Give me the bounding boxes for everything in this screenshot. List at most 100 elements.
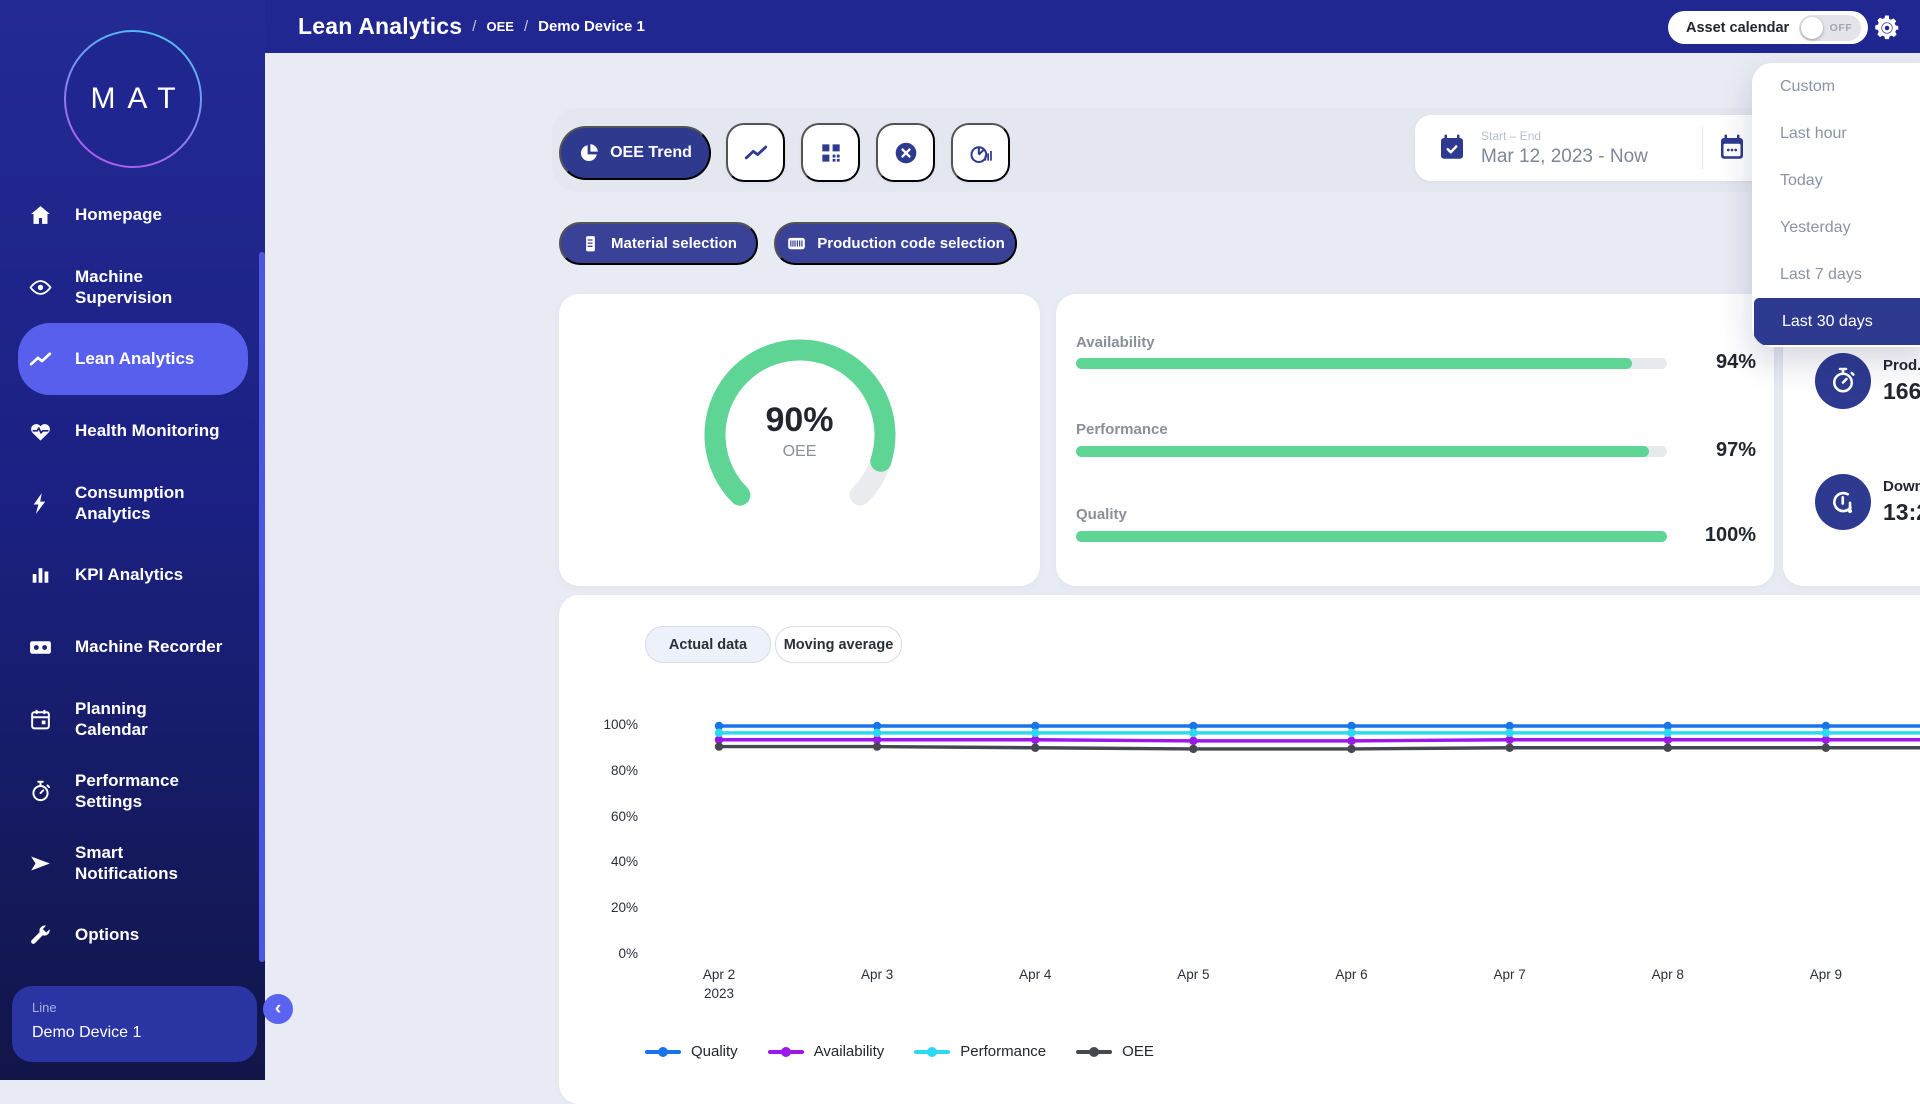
trend-line-icon — [28, 347, 53, 372]
kpi-bar-fill — [1076, 531, 1667, 542]
x-axis-label: Apr 3 — [822, 966, 932, 985]
material-selection-label: Material selection — [611, 235, 737, 252]
tab-actual-data[interactable]: Actual data — [645, 626, 771, 663]
dropdown-item-custom[interactable]: Custom — [1752, 63, 1920, 110]
legend-item-quality[interactable]: Quality — [645, 1043, 738, 1060]
barcode-icon — [786, 233, 807, 254]
sidebar-item-machine-recorder[interactable]: Machine Recorder — [18, 611, 248, 683]
trend-chart-svg — [559, 595, 1920, 1104]
kpi-bar-label: Availability — [1076, 334, 1155, 351]
sidebar: MAT Homepage Machine Supervision Lean Anal… — [0, 0, 265, 1080]
breadcrumb-oee[interactable]: OEE — [486, 19, 513, 34]
data-point-availability — [1189, 737, 1197, 745]
kpi-bar-fill — [1076, 358, 1632, 369]
dropdown-item-today[interactable]: Today — [1752, 157, 1920, 204]
data-point-performance — [1822, 729, 1830, 737]
data-point-performance — [1664, 729, 1672, 737]
tab-moving-average[interactable]: Moving average — [775, 626, 902, 663]
sidebar-item-consumption-analytics[interactable]: Consumption Analytics — [18, 467, 248, 539]
legend-marker — [1076, 1050, 1112, 1054]
pie-chart-icon — [578, 142, 600, 164]
oee-trend-label: OEE Trend — [610, 144, 692, 162]
date-range-value: Mar 12, 2023 - Now — [1481, 146, 1648, 168]
sidebar-item-options[interactable]: Options — [18, 899, 248, 971]
data-point-performance — [1189, 729, 1197, 737]
chart-legend: Quality Availability Performance OEE — [645, 1043, 1154, 1060]
data-point-quality — [1505, 722, 1513, 730]
sidebar-item-machine-supervision[interactable]: Machine Supervision — [18, 251, 248, 323]
dropdown-item-last-30-days[interactable]: Last 30 days — [1754, 298, 1920, 345]
data-point-oee — [1822, 744, 1830, 752]
bar-chart-icon — [28, 563, 53, 588]
dropdown-item-last-7-days[interactable]: Last 7 days — [1752, 251, 1920, 298]
data-point-quality — [1347, 722, 1355, 730]
legend-item-performance[interactable]: Performance — [914, 1043, 1046, 1060]
sidebar-item-kpi-analytics[interactable]: KPI Analytics — [18, 539, 248, 611]
divider — [1702, 127, 1703, 169]
kpi-bar-value: 100% — [1666, 524, 1756, 547]
heart-pulse-icon — [28, 419, 53, 444]
data-point-availability — [1505, 736, 1513, 744]
eye-icon — [28, 275, 53, 300]
logo-text: MAT — [78, 82, 187, 116]
sidebar-item-label: Machine Supervision — [75, 266, 172, 309]
kpi-bar-track — [1076, 358, 1667, 369]
data-point-quality — [1822, 722, 1830, 730]
sidebar-collapse-button[interactable]: ‹ — [263, 994, 293, 1024]
production-code-selection-button[interactable]: Production code selection — [774, 222, 1017, 265]
dropdown-item-yesterday[interactable]: Yesterday — [1752, 204, 1920, 251]
data-point-quality — [715, 722, 723, 730]
data-point-oee — [1031, 744, 1039, 752]
data-point-performance — [715, 729, 723, 737]
gear-icon[interactable] — [1872, 13, 1902, 43]
material-selection-button[interactable]: Material selection — [559, 222, 758, 265]
dropdown-item-last-hour[interactable]: Last hour — [1752, 110, 1920, 157]
x-circle-view-button[interactable] — [876, 123, 935, 182]
line-chart-view-button[interactable] — [726, 123, 785, 182]
calendar-check-icon — [1437, 133, 1467, 163]
grid-view-button[interactable] — [801, 123, 860, 182]
series-line-oee — [719, 747, 1920, 749]
kpi-bar-track — [1076, 531, 1667, 542]
kpi-bar-label: Performance — [1076, 421, 1168, 438]
stopwatch-icon — [28, 779, 53, 804]
clock-alert-icon — [1815, 474, 1871, 530]
cassette-icon — [28, 635, 53, 660]
breadcrumb-device[interactable]: Demo Device 1 — [538, 18, 645, 35]
breadcrumb-separator: / — [524, 18, 528, 35]
legend-label: OEE — [1122, 1043, 1154, 1060]
calendar-dots-icon[interactable] — [1717, 133, 1747, 163]
legend-item-oee[interactable]: OEE — [1076, 1043, 1154, 1060]
data-point-oee — [873, 742, 881, 750]
legend-item-availability[interactable]: Availability — [768, 1043, 885, 1060]
x-axis-label: Apr 8 — [1613, 966, 1723, 985]
sidebar-nav: Homepage Machine Supervision Lean Analytic… — [0, 179, 265, 971]
header: Lean Analytics / OEE / Demo Device 1 — [0, 0, 1920, 53]
asset-calendar-toggle[interactable]: OFF — [1799, 15, 1861, 41]
data-point-performance — [1031, 729, 1039, 737]
data-point-availability — [715, 736, 723, 744]
data-point-availability — [1822, 736, 1830, 744]
toggle-state-label: OFF — [1830, 22, 1853, 34]
x-axis-label: Apr 9 — [1771, 966, 1881, 985]
bolt-icon — [28, 491, 53, 516]
oee-trend-button[interactable]: OEE Trend — [559, 126, 711, 180]
sidebar-item-label: Consumption Analytics — [75, 482, 185, 525]
pie-bars-view-button[interactable] — [951, 123, 1010, 182]
sidebar-item-smart-notifications[interactable]: Smart Notifications — [18, 827, 248, 899]
sidebar-item-planning-calendar[interactable]: Planning Calendar — [18, 683, 248, 755]
x-axis-label: Apr 6 — [1297, 966, 1407, 985]
asset-calendar-label: Asset calendar — [1686, 20, 1789, 36]
kpi-bar-fill — [1076, 446, 1649, 457]
sidebar-item-homepage[interactable]: Homepage — [18, 179, 248, 251]
legend-label: Availability — [814, 1043, 885, 1060]
breadcrumb: Lean Analytics / OEE / Demo Device 1 — [298, 0, 645, 53]
sidebar-scrollbar[interactable] — [259, 252, 265, 962]
data-point-availability — [1031, 736, 1039, 744]
x-axis-label: Apr 4 — [980, 966, 1090, 985]
asset-calendar-pill: Asset calendar OFF — [1668, 11, 1868, 44]
sidebar-item-lean-analytics[interactable]: Lean Analytics — [18, 323, 248, 395]
y-axis-tick: 40% — [568, 854, 638, 869]
sidebar-item-performance-settings[interactable]: Performance Settings — [18, 755, 248, 827]
sidebar-item-health-monitoring[interactable]: Health Monitoring — [18, 395, 248, 467]
